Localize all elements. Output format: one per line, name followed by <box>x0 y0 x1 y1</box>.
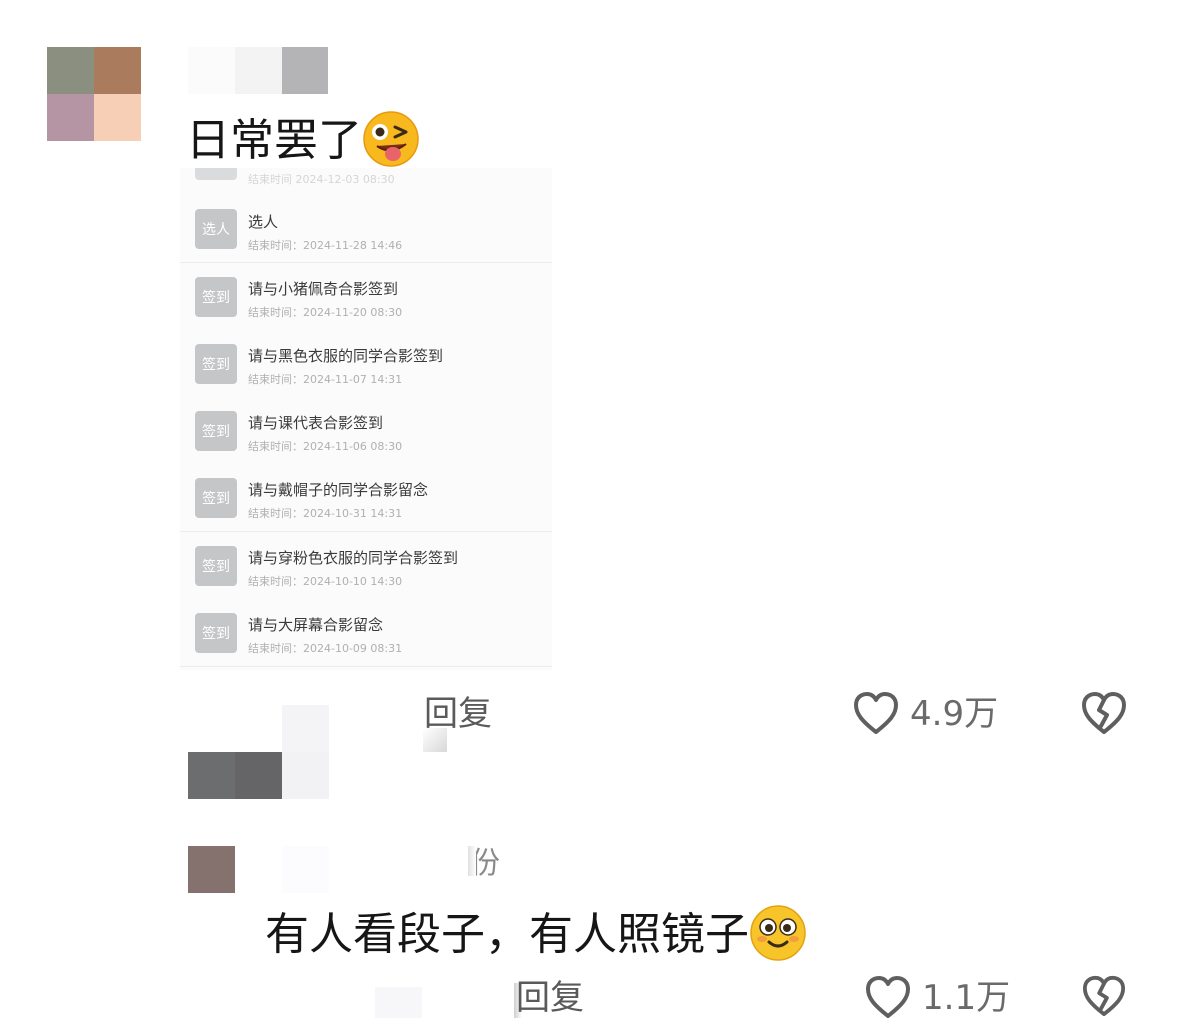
task-time: 结束时间：2024-10-10 14:30 <box>248 575 403 588</box>
list-item: 签到 请与课代表合影签到 结束时间：2024-11-06 08:30 <box>180 397 552 465</box>
reply-button[interactable]: 回复 <box>424 697 492 731</box>
list-item: 签到 请与大屏幕合影留念 结束时间：2024-10-09 08:31 <box>180 599 552 667</box>
list-item: 结束时间 2024-12-03 08:30 <box>180 168 552 196</box>
task-time: 结束时间 2024-12-03 08:30 <box>248 173 395 186</box>
task-title: 选人 <box>248 213 279 231</box>
comment-text: 日常罢了 <box>186 110 420 176</box>
winking-tongue-emoji <box>362 110 420 176</box>
task-title: 请与穿粉色衣服的同学合影签到 <box>248 549 459 567</box>
heart-outline-icon[interactable] <box>864 974 912 1024</box>
task-badge: 签到 <box>195 478 237 518</box>
task-badge: 签到 <box>195 344 237 384</box>
task-time: 结束时间：2024-11-07 14:31 <box>248 373 403 386</box>
reply-button[interactable]: 回复 <box>516 981 584 1015</box>
task-badge: 签到 <box>195 277 237 317</box>
task-title: 请与戴帽子的同学合影留念 <box>248 481 429 499</box>
task-time: 结束时间：2024-11-20 08:30 <box>248 306 403 319</box>
list-item: 签到 请与黑色衣服的同学合影签到 结束时间：2024-11-07 14:31 <box>180 330 552 398</box>
task-title: 请与大屏幕合影留念 <box>248 616 384 634</box>
timestamp-redacted <box>235 705 329 752</box>
reply-author-redacted[interactable] <box>188 752 329 799</box>
like-count: 4.9万 <box>910 694 999 734</box>
task-badge <box>195 168 237 180</box>
comment-text: 有人看段子，有人照镜子 <box>265 904 807 970</box>
task-title: 请与黑色衣服的同学合影签到 <box>248 347 444 365</box>
avatar[interactable] <box>188 846 235 893</box>
task-title: 请与课代表合影签到 <box>248 414 384 432</box>
heart-outline-icon[interactable] <box>852 690 900 740</box>
task-badge: 签到 <box>195 546 237 586</box>
like-count: 1.1万 <box>922 978 1011 1018</box>
broken-heart-icon[interactable] <box>1080 974 1128 1022</box>
timestamp-redacted <box>375 987 422 1018</box>
task-time: 结束时间：2024-10-31 14:31 <box>248 507 403 520</box>
task-badge: 签到 <box>195 411 237 451</box>
task-time: 结束时间：2024-11-28 14:46 <box>248 239 403 252</box>
list-item: 选人 选人 结束时间：2024-11-28 14:46 <box>180 195 552 263</box>
task-title: 请与小猪佩奇合影签到 <box>248 280 399 298</box>
task-time: 结束时间：2024-10-09 08:31 <box>248 642 403 655</box>
task-badge: 选人 <box>195 209 237 249</box>
task-time: 结束时间：2024-11-06 08:30 <box>248 440 403 453</box>
list-item: 签到 请与戴帽子的同学合影留念 结束时间：2024-10-31 14:31 <box>180 464 552 532</box>
avatar[interactable] <box>47 47 141 141</box>
embedded-screenshot: 结束时间 2024-12-03 08:30 选人 选人 结束时间：2024-11… <box>180 168 552 670</box>
broken-heart-icon[interactable] <box>1080 690 1128 740</box>
list-item: 签到 请与小猪佩奇合影签到 结束时间：2024-11-20 08:30 <box>180 263 552 331</box>
task-badge: 签到 <box>195 613 237 653</box>
name-mask <box>468 846 476 876</box>
username-redacted[interactable] <box>282 846 329 893</box>
username-redacted[interactable] <box>188 47 328 94</box>
list-item: 签到 请与穿粉色衣服的同学合影签到 结束时间：2024-10-10 14:30 <box>180 532 552 600</box>
smiling-blush-emoji <box>749 904 807 970</box>
